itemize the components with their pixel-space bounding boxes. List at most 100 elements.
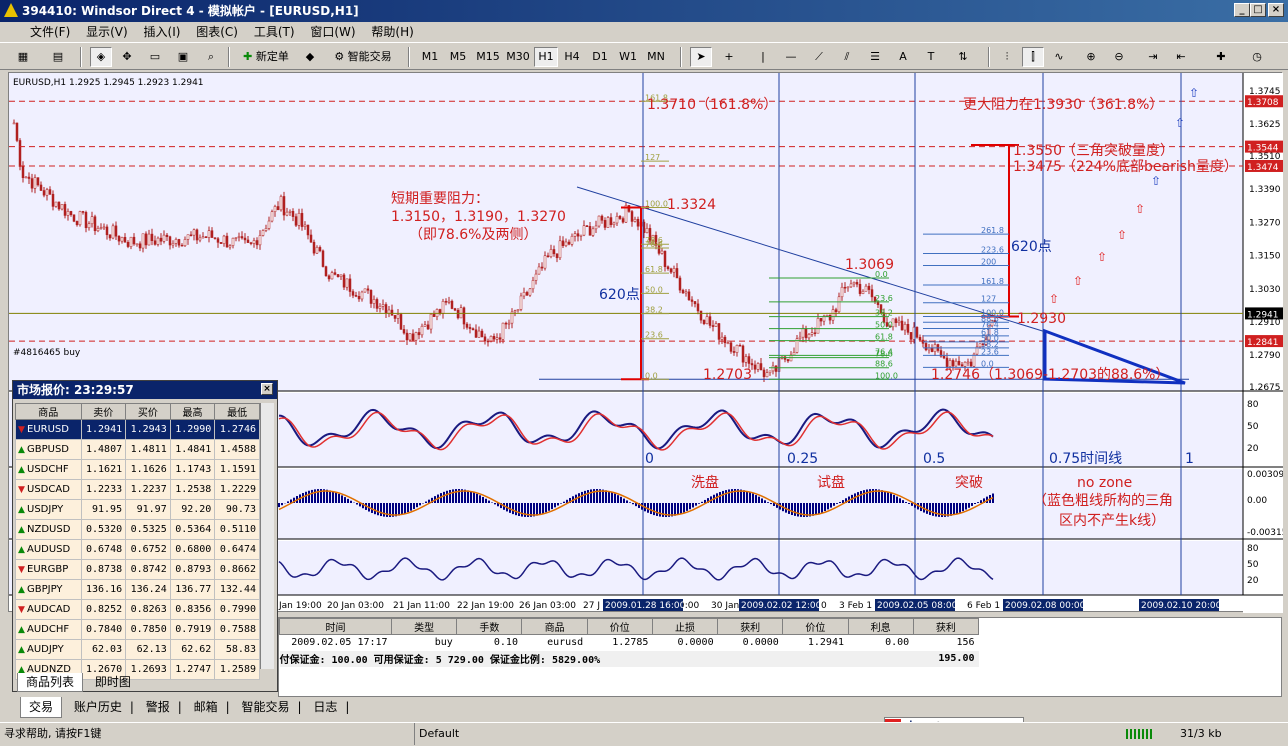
minimize-button[interactable]: _ (1234, 3, 1250, 17)
menu-view[interactable]: 显示(V) (86, 25, 128, 39)
symbol-row[interactable]: ▲ AUDJPY 62.03 62.13 62.62 58.83 (15, 639, 260, 660)
trendline-icon[interactable]: ⟋ (808, 47, 830, 67)
col-header[interactable]: 价位 (782, 618, 849, 635)
market-watch-icon[interactable]: ◈ (90, 47, 112, 67)
metaeditor-icon[interactable]: ◆ (300, 47, 320, 67)
candle-body (816, 318, 820, 334)
zoom-out-icon[interactable]: ⊖ (1108, 47, 1130, 67)
candle-body (525, 292, 529, 296)
new-order-button[interactable]: ✚ 新定单 (236, 47, 296, 67)
new-chart-icon[interactable]: ▦ (8, 47, 38, 67)
menu-help[interactable]: 帮助(H) (371, 25, 413, 39)
col-header[interactable]: 卖价 (80, 403, 127, 420)
candle-body (501, 322, 505, 340)
expert-advisors-button[interactable]: ⚙ 智能交易 (326, 47, 400, 67)
crosshair-icon[interactable]: + (718, 47, 740, 67)
tab-alerts[interactable]: 警报 (138, 697, 178, 717)
up-arrow-icon: ▲ (18, 625, 25, 635)
horizontal-line-icon[interactable]: — (780, 47, 802, 67)
indicators-icon[interactable]: ✚ (1206, 47, 1236, 67)
tf-h1[interactable]: H1 (534, 47, 558, 67)
line-chart-icon[interactable]: ∿ (1048, 47, 1070, 67)
col-header[interactable]: 最低 (214, 403, 260, 420)
candlestick-icon[interactable]: ⫿ (1022, 47, 1044, 67)
symbol-row[interactable]: ▲ AUDUSD 0.6748 0.6752 0.6800 0.6474 (15, 539, 260, 560)
trade-row[interactable]: 2009.02.05 17:17 buy 0.10 eurusd 1.2785 0.000… (279, 634, 979, 651)
col-header[interactable]: 价位 (586, 618, 653, 635)
tab-symbols[interactable]: 商品列表 (17, 673, 84, 692)
folder-icon[interactable]: ▭ (144, 47, 166, 67)
tf-mn[interactable]: MN (644, 47, 668, 67)
maximize-button[interactable]: □ (1250, 3, 1266, 17)
col-header[interactable]: 商品 (521, 618, 588, 635)
symbol-name: GBPUSD (27, 444, 70, 455)
tf-m5[interactable]: M5 (446, 47, 470, 67)
symbol-row[interactable]: ▼ USDCAD 1.2233 1.2237 1.2538 1.2229 (15, 479, 260, 500)
tf-m30[interactable]: M30 (504, 47, 532, 67)
col-header[interactable]: 时间 (278, 618, 393, 635)
vertical-line-icon[interactable]: | (752, 47, 774, 67)
col-header[interactable]: 利息 (847, 618, 914, 635)
time-label: 30 Jan (711, 601, 739, 611)
tab-account-history[interactable]: 账户历史 (66, 697, 130, 717)
menu-chart[interactable]: 图表(C) (196, 25, 238, 39)
channel-icon[interactable]: ⫽ (836, 47, 858, 67)
col-header[interactable]: 类型 (391, 618, 458, 635)
menu-insert[interactable]: 插入(I) (144, 25, 181, 39)
candle-body (324, 266, 328, 277)
autoscroll-icon[interactable]: ⇥ (1142, 47, 1164, 67)
tab-journal[interactable]: 日志 (305, 697, 345, 717)
symbol-row[interactable]: ▼ AUDCAD 0.8252 0.8263 0.8356 0.7990 (15, 599, 260, 620)
tester-icon[interactable]: ⌕ (200, 47, 222, 67)
symbol-row[interactable]: ▲ GBPUSD 1.4807 1.4811 1.4841 1.4588 (15, 439, 260, 460)
menu-file[interactable]: 文件(F) (30, 25, 70, 39)
low-cell: 1.2229 (214, 479, 260, 500)
symbol-row[interactable]: ▲ USDCHF 1.1621 1.1626 1.1743 1.1591 (15, 459, 260, 480)
symbol-row[interactable]: ▲ AUDCHF 0.7840 0.7850 0.7919 0.7588 (15, 619, 260, 640)
col-header[interactable]: 获利 (717, 618, 784, 635)
arrows-icon[interactable]: ⇅ (948, 47, 978, 67)
profiles-icon[interactable]: ▤ (44, 47, 72, 67)
close-button[interactable]: × (1268, 3, 1284, 17)
col-header[interactable]: 买价 (125, 403, 171, 420)
navigator-icon[interactable]: ✥ (116, 47, 138, 67)
symbol-row[interactable]: ▼ EURUSD 1.2941 1.2943 1.2990 1.2746 (15, 419, 260, 440)
chart-shift-icon[interactable]: ⇤ (1170, 47, 1192, 67)
col-header[interactable]: 手数 (456, 618, 523, 635)
tf-w1[interactable]: W1 (616, 47, 640, 67)
terminal-icon[interactable]: ▣ (172, 47, 194, 67)
cursor-icon[interactable]: ➤ (690, 47, 712, 67)
label-icon[interactable]: T (920, 47, 942, 67)
tf-m15[interactable]: M15 (474, 47, 502, 67)
trade-cell: 0.0000 (677, 637, 714, 649)
zoom-in-icon[interactable]: ⊕ (1080, 47, 1102, 67)
candle-body (768, 370, 772, 373)
tab-mailbox[interactable]: 邮箱 (186, 697, 226, 717)
fibonacci-icon[interactable]: ☰ (864, 47, 886, 67)
periods-icon[interactable]: ◷ (1242, 47, 1272, 67)
tf-d1[interactable]: D1 (588, 47, 612, 67)
col-header[interactable]: 最高 (169, 403, 216, 420)
tf-m1[interactable]: M1 (418, 47, 442, 67)
tab-trade[interactable]: 交易 (20, 697, 63, 718)
symbol-row[interactable]: ▼ EURGBP 0.8738 0.8742 0.8793 0.8662 (15, 559, 260, 580)
tab-tick-chart[interactable]: 即时图 (87, 673, 139, 691)
market-close-button[interactable]: × (261, 383, 273, 395)
symbol-row[interactable]: ▲ GBPJPY 136.16 136.24 136.77 132.44 (15, 579, 260, 600)
col-header[interactable]: 获利 (912, 618, 980, 635)
menu-window[interactable]: 窗口(W) (310, 25, 355, 39)
market-scrollbar[interactable] (260, 403, 274, 669)
tf-h4[interactable]: H4 (560, 47, 584, 67)
col-header[interactable]: 止损 (651, 618, 719, 635)
symbol-name: USDCHF (27, 464, 69, 475)
candle-body (660, 250, 664, 254)
time-label: 26 Jan 03:00 (519, 601, 576, 611)
bar-chart-icon[interactable]: ⫶ (996, 47, 1018, 67)
tab-experts[interactable]: 智能交易 (233, 697, 297, 717)
text-icon[interactable]: A (892, 47, 914, 67)
symbol-row[interactable]: ▲ USDJPY 91.95 91.97 92.20 90.73 (15, 499, 260, 520)
low-cell: 1.1591 (214, 459, 260, 480)
menu-tools[interactable]: 工具(T) (254, 25, 295, 39)
symbol-row[interactable]: ▲ NZDUSD 0.5320 0.5325 0.5364 0.5110 (15, 519, 260, 540)
col-header[interactable]: 商品 (15, 403, 82, 420)
